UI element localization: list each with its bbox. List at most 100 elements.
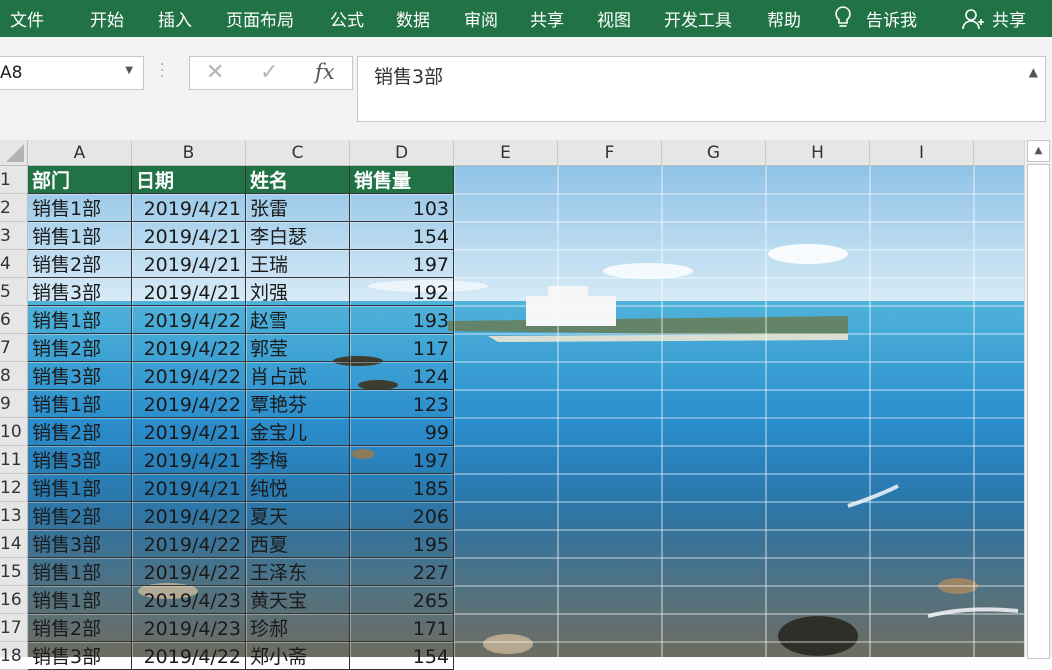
table-cell[interactable]: 金宝儿	[246, 418, 350, 446]
table-cell[interactable]: 销售1部	[28, 194, 132, 222]
row-header[interactable]: 10	[0, 418, 28, 446]
table-cell[interactable]: 192	[350, 278, 454, 306]
table-cell[interactable]: 99	[350, 418, 454, 446]
table-cell[interactable]: 销售1部	[28, 222, 132, 250]
menu-item[interactable]: 开始	[90, 6, 124, 31]
column-header-b[interactable]: B	[132, 140, 246, 166]
menu-item[interactable]: 页面布局	[226, 6, 294, 31]
table-cell[interactable]: 2019/4/21	[132, 474, 246, 502]
scrollbar-thumb[interactable]	[1027, 164, 1050, 659]
column-header-i[interactable]: I	[870, 140, 974, 166]
row-header[interactable]: 15	[0, 558, 28, 586]
table-cell[interactable]: 171	[350, 614, 454, 642]
table-cell[interactable]: 销售3部	[28, 278, 132, 306]
table-cell[interactable]: 2019/4/22	[132, 306, 246, 334]
table-cell[interactable]: 郑小斋	[246, 642, 350, 670]
table-cell[interactable]: 195	[350, 530, 454, 558]
table-cell[interactable]: 纯悦	[246, 474, 350, 502]
chevron-down-icon[interactable]: ▼	[125, 65, 133, 76]
confirm-icon[interactable]: ✓	[260, 60, 278, 85]
table-cell[interactable]: 206	[350, 502, 454, 530]
table-header-cell[interactable]: 部门	[28, 166, 132, 194]
table-cell[interactable]: 117	[350, 334, 454, 362]
table-cell[interactable]: 销售2部	[28, 614, 132, 642]
row-header[interactable]: 5	[0, 278, 28, 306]
table-cell[interactable]: 2019/4/22	[132, 390, 246, 418]
row-header[interactable]: 17	[0, 614, 28, 642]
scroll-up-icon[interactable]: ▲	[1027, 140, 1050, 162]
table-cell[interactable]: 张雷	[246, 194, 350, 222]
table-cell[interactable]: 覃艳芬	[246, 390, 350, 418]
table-cell[interactable]: 123	[350, 390, 454, 418]
table-cell[interactable]: 2019/4/23	[132, 614, 246, 642]
table-cell[interactable]: 销售3部	[28, 530, 132, 558]
table-cell[interactable]: 王泽东	[246, 558, 350, 586]
table-cell[interactable]: 肖占武	[246, 362, 350, 390]
table-cell[interactable]: 黄天宝	[246, 586, 350, 614]
row-header[interactable]: 9	[0, 390, 28, 418]
table-cell[interactable]: 赵雪	[246, 306, 350, 334]
table-cell[interactable]: 刘强	[246, 278, 350, 306]
table-cell[interactable]: 王瑞	[246, 250, 350, 278]
row-header[interactable]: 1	[0, 166, 28, 194]
lightbulb-icon[interactable]	[833, 5, 853, 36]
drag-handle-icon[interactable]: · · ·	[160, 58, 164, 84]
table-cell[interactable]: 185	[350, 474, 454, 502]
row-header[interactable]: 14	[0, 530, 28, 558]
user-share-icon[interactable]	[961, 7, 985, 36]
row-header[interactable]: 16	[0, 586, 28, 614]
column-header-e[interactable]: E	[454, 140, 558, 166]
name-box[interactable]: A8 ▼	[0, 56, 144, 90]
menu-item[interactable]: 插入	[158, 6, 192, 31]
menu-item[interactable]: 审阅	[464, 6, 498, 31]
table-header-cell[interactable]: 销售量	[350, 166, 454, 194]
select-all-corner[interactable]	[0, 140, 28, 166]
row-header[interactable]: 4	[0, 250, 28, 278]
menu-item[interactable]: 公式	[330, 6, 364, 31]
column-header-h[interactable]: H	[766, 140, 870, 166]
table-cell[interactable]: 2019/4/23	[132, 586, 246, 614]
menu-item[interactable]: 文件	[10, 6, 44, 31]
table-cell[interactable]: 154	[350, 222, 454, 250]
vertical-scrollbar[interactable]: ▲	[1024, 140, 1052, 659]
table-cell[interactable]: 124	[350, 362, 454, 390]
menu-item[interactable]: 视图	[597, 6, 631, 31]
row-header[interactable]: 8	[0, 362, 28, 390]
column-header-g[interactable]: G	[662, 140, 766, 166]
table-cell[interactable]: 夏天	[246, 502, 350, 530]
table-cell[interactable]: 销售1部	[28, 390, 132, 418]
table-cell[interactable]: 197	[350, 250, 454, 278]
table-cell[interactable]: 154	[350, 642, 454, 670]
table-cell[interactable]: 2019/4/21	[132, 194, 246, 222]
table-header-cell[interactable]: 姓名	[246, 166, 350, 194]
menu-item[interactable]: 开发工具	[664, 6, 732, 31]
table-cell[interactable]: 销售1部	[28, 586, 132, 614]
table-cell[interactable]: 销售2部	[28, 502, 132, 530]
table-cell[interactable]: 2019/4/22	[132, 334, 246, 362]
column-header-f[interactable]: F	[558, 140, 662, 166]
table-cell[interactable]: 销售3部	[28, 362, 132, 390]
table-cell[interactable]: 珍郝	[246, 614, 350, 642]
menu-item[interactable]: 帮助	[767, 6, 801, 31]
cancel-icon[interactable]: ✕	[206, 60, 224, 85]
tell-me-search[interactable]: 告诉我	[866, 6, 917, 31]
table-cell[interactable]: 2019/4/22	[132, 642, 246, 670]
table-cell[interactable]: 193	[350, 306, 454, 334]
table-cell[interactable]: 2019/4/21	[132, 418, 246, 446]
table-cell[interactable]: 2019/4/21	[132, 250, 246, 278]
table-cell[interactable]: 李梅	[246, 446, 350, 474]
column-header-a[interactable]: A	[28, 140, 132, 166]
row-header[interactable]: 7	[0, 334, 28, 362]
table-cell[interactable]: 197	[350, 446, 454, 474]
menu-item[interactable]: 共享	[530, 6, 564, 31]
table-cell[interactable]: 西夏	[246, 530, 350, 558]
row-header[interactable]: 12	[0, 474, 28, 502]
table-cell[interactable]: 2019/4/21	[132, 446, 246, 474]
table-cell[interactable]: 2019/4/22	[132, 502, 246, 530]
table-cell[interactable]: 销售2部	[28, 418, 132, 446]
row-header[interactable]: 13	[0, 502, 28, 530]
row-header[interactable]: 3	[0, 222, 28, 250]
table-cell[interactable]: 销售3部	[28, 446, 132, 474]
row-header[interactable]: 18	[0, 642, 28, 670]
table-cell[interactable]: 销售1部	[28, 558, 132, 586]
